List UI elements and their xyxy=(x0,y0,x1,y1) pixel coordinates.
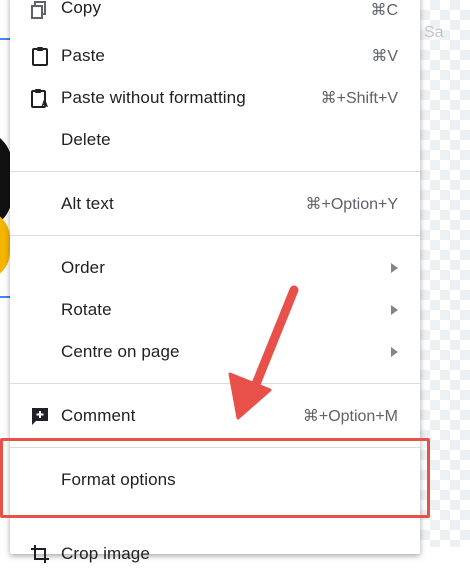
crop-icon xyxy=(30,544,50,564)
annotation-arrow-icon xyxy=(228,285,299,420)
menu-item-label: Crop image xyxy=(61,544,150,563)
